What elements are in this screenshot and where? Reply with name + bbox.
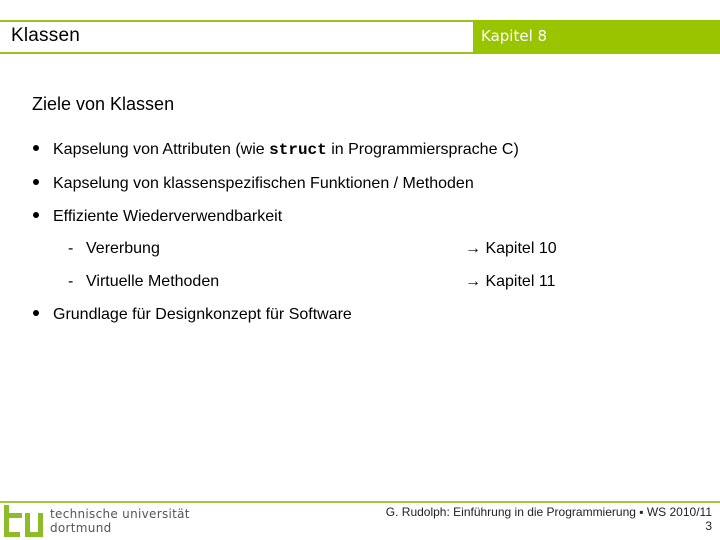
bullet-dot-icon — [33, 309, 39, 316]
bullet-text-prefix: Kapselung von Attributen (wie — [53, 141, 270, 158]
bullet-dot-icon — [33, 144, 39, 151]
slide-title: Klassen — [11, 25, 80, 46]
bullet-text: Kapselung von klassenspezifischen Funkti… — [53, 175, 474, 192]
bullet-text: Effiziente Wiederverwendbarkeit — [53, 208, 283, 225]
institution-line1: technische universität — [50, 507, 190, 521]
dash-marker: - — [68, 273, 74, 290]
institution-name: technische universität dortmund — [50, 507, 190, 535]
institution-line2: dortmund — [50, 521, 112, 535]
tu-logo-icon — [4, 505, 43, 537]
sub-item-text: Vererbung — [86, 240, 160, 257]
chapter-panel: Kapitel 8 — [473, 20, 720, 54]
dash-marker: - — [68, 240, 74, 257]
footer-credit: G. Rudolph: Einführung in die Programmie… — [386, 505, 712, 533]
bullet-dot-icon — [33, 178, 39, 185]
sub-item-text: Virtuelle Methoden — [86, 273, 220, 290]
bullet-item: Kapselung von Attributen (wie struct in … — [32, 141, 519, 159]
course-credit: G. Rudolph: Einführung in die Programmie… — [385, 505, 712, 519]
chapter-reference: → Kapitel 11 — [465, 273, 556, 290]
bullet-item: Effiziente Wiederverwendbarkeit — [32, 208, 282, 226]
bullet-item: Kapselung von klassenspezifischen Funkti… — [32, 175, 474, 193]
code-keyword: struct — [269, 141, 327, 159]
footer-rule — [0, 501, 720, 503]
sub-item: - Vererbung — [68, 240, 160, 258]
chapter-label: Kapitel 8 — [481, 27, 548, 45]
sub-item: - Virtuelle Methoden — [68, 273, 219, 291]
section-title: Ziele von Klassen — [32, 94, 175, 114]
bullet-item: Grundlage für Designkonzept für Software — [32, 306, 352, 324]
bullet-dot-icon — [33, 211, 39, 218]
page-number: 3 — [705, 519, 712, 533]
chapter-reference: → Kapitel 10 — [465, 240, 557, 257]
bullet-text: Grundlage für Designkonzept für Software — [53, 306, 352, 323]
bullet-text-suffix: in Programmiersprache C) — [326, 141, 519, 158]
